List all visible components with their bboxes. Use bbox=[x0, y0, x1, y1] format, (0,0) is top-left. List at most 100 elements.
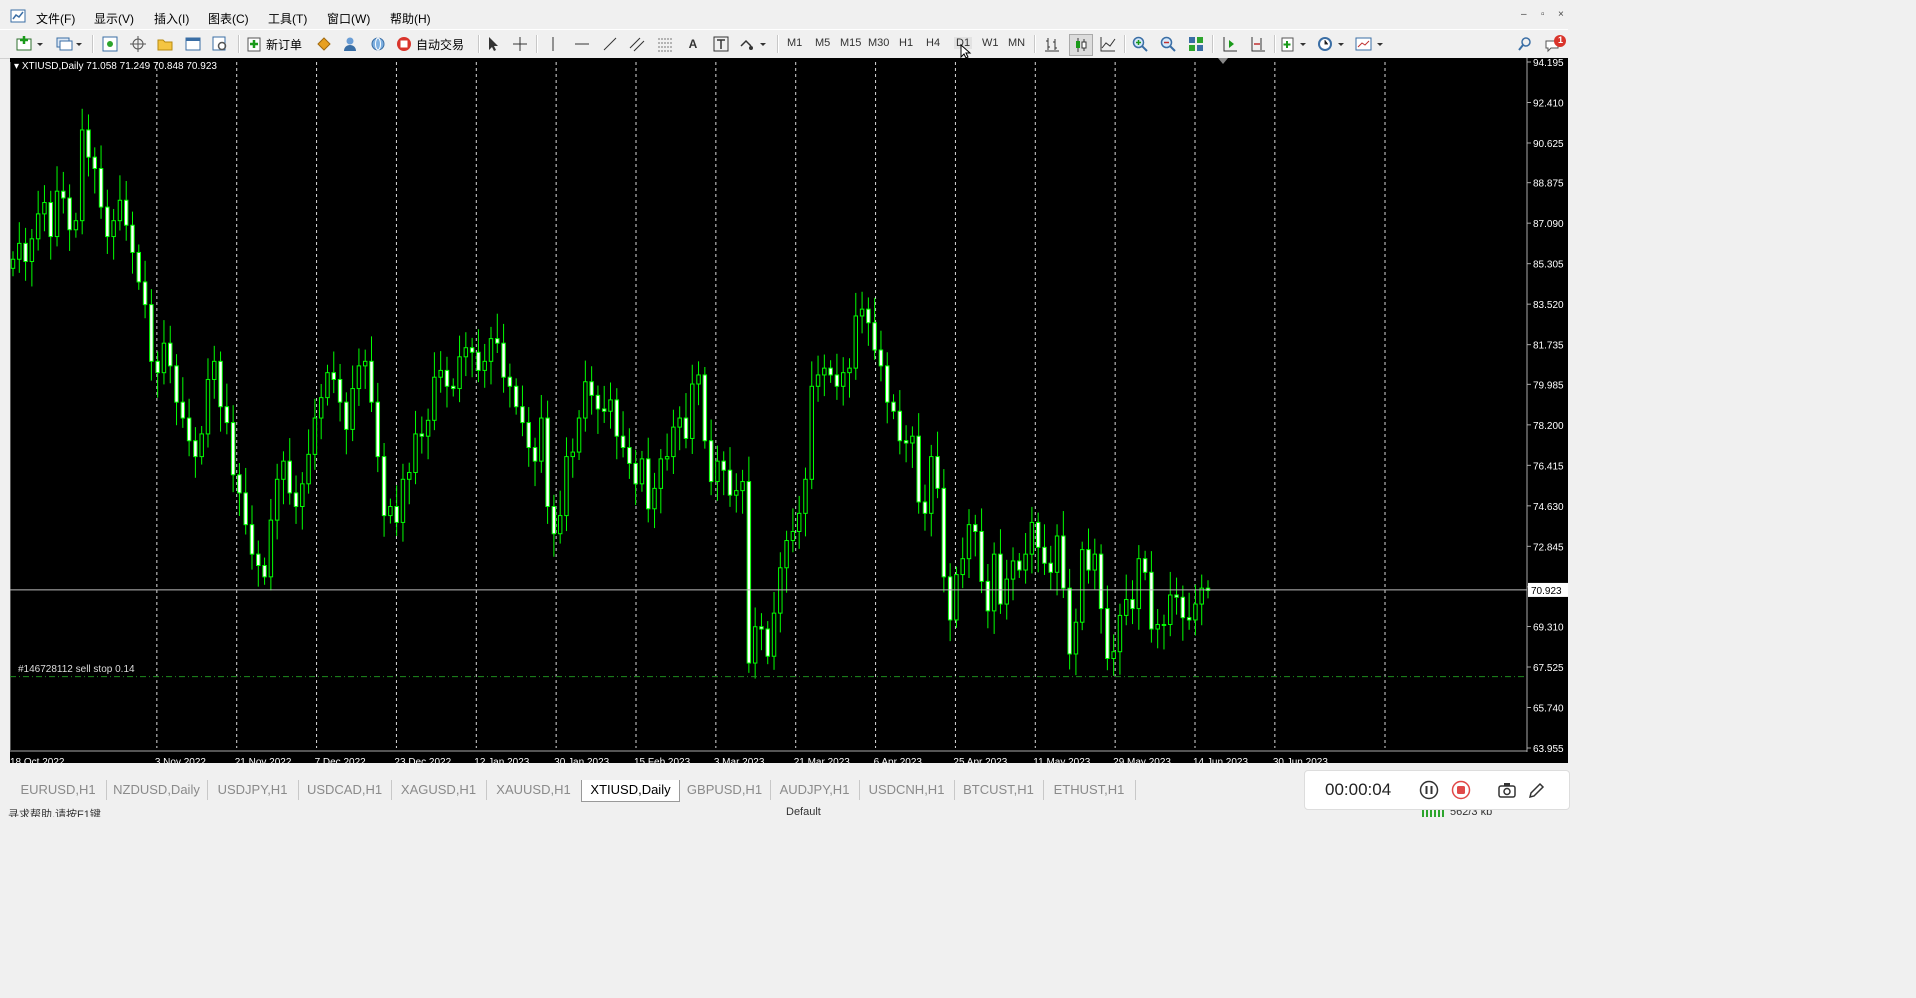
candle bbox=[1035, 512, 1041, 573]
market-button[interactable] bbox=[368, 34, 388, 54]
menu-insert[interactable]: 插入(I) bbox=[154, 10, 189, 27]
profiles-button[interactable] bbox=[54, 34, 86, 54]
tab-nzdusd-daily[interactable]: NZDUSD,Daily bbox=[106, 780, 208, 800]
candle-body bbox=[149, 304, 154, 362]
shapes-dropdown-button[interactable] bbox=[738, 34, 770, 54]
notifications-button[interactable]: 1 bbox=[1544, 34, 1568, 54]
new-chart-button[interactable] bbox=[14, 34, 48, 54]
tab-usdcnh-h1[interactable]: USDCNH,H1 bbox=[859, 780, 955, 800]
horizontal-line-button[interactable] bbox=[572, 34, 592, 54]
folder-button[interactable] bbox=[155, 34, 175, 54]
new-chart-icon bbox=[16, 36, 43, 51]
candle-body bbox=[438, 369, 443, 378]
chart-shift-button[interactable] bbox=[1248, 34, 1268, 54]
vertical-line-button[interactable] bbox=[544, 34, 562, 54]
candle bbox=[1086, 528, 1091, 584]
candle-body bbox=[293, 492, 299, 508]
candle bbox=[803, 467, 808, 537]
menu-chart[interactable]: 图表(C) bbox=[208, 10, 249, 27]
tab-xtiusd-daily[interactable]: XTIUSD,Daily bbox=[581, 780, 680, 802]
pause-recording-button[interactable] bbox=[1419, 780, 1439, 803]
candle-body bbox=[979, 530, 984, 582]
tab-btcust-h1[interactable]: BTCUST,H1 bbox=[954, 780, 1044, 800]
candle-body bbox=[1086, 549, 1091, 571]
bar-chart-button[interactable] bbox=[1042, 34, 1062, 54]
market-watch-button[interactable] bbox=[100, 34, 120, 54]
channel-button[interactable] bbox=[627, 34, 647, 54]
tile-windows-button[interactable] bbox=[1186, 34, 1206, 54]
annotate-button[interactable] bbox=[1527, 780, 1547, 803]
text-label-button[interactable] bbox=[711, 34, 731, 54]
tab-audjpy-h1[interactable]: AUDJPY,H1 bbox=[770, 780, 860, 800]
candle-body bbox=[400, 478, 406, 523]
new-order-button[interactable]: 新订单 bbox=[246, 34, 310, 54]
tab-ethust-h1[interactable]: ETHUST,H1 bbox=[1043, 780, 1136, 800]
tab-gbpusd-h1[interactable]: GBPUSD,H1 bbox=[679, 780, 771, 800]
candle bbox=[690, 364, 695, 454]
line-chart-button[interactable] bbox=[1098, 34, 1118, 54]
line-chart-icon bbox=[1100, 37, 1116, 52]
price-tick-label: 81.735 bbox=[1533, 341, 1564, 352]
indicators-dropdown-button[interactable] bbox=[1280, 34, 1310, 54]
candle bbox=[1124, 574, 1129, 626]
tab-usdcad-h1[interactable]: USDCAD,H1 bbox=[298, 780, 392, 800]
candlestick-chart-button[interactable] bbox=[1069, 34, 1093, 56]
terminal-button[interactable] bbox=[183, 34, 203, 54]
strategy-tester-button[interactable] bbox=[210, 34, 230, 54]
screenshot-button[interactable] bbox=[1497, 780, 1517, 803]
tab-xauusd-h1[interactable]: XAUUSD,H1 bbox=[486, 780, 582, 800]
close-icon[interactable]: × bbox=[1558, 9, 1564, 20]
candle-body bbox=[954, 574, 959, 621]
timeframe-m30[interactable]: M30 bbox=[868, 37, 889, 49]
timeframe-m5[interactable]: M5 bbox=[815, 37, 830, 49]
crosshair-tool-button[interactable] bbox=[511, 34, 529, 54]
timeframe-m1[interactable]: M1 bbox=[787, 37, 802, 49]
signals-button[interactable] bbox=[340, 34, 360, 54]
candle bbox=[564, 437, 569, 532]
candle bbox=[822, 354, 827, 397]
timeframe-h4[interactable]: H4 bbox=[926, 37, 940, 49]
clock-icon bbox=[1318, 37, 1344, 51]
stop-recording-button[interactable] bbox=[1451, 780, 1471, 803]
timeframe-mn[interactable]: MN bbox=[1008, 37, 1025, 49]
candle-body bbox=[627, 447, 632, 464]
user-icon bbox=[344, 37, 356, 51]
tab-eurusd-h1[interactable]: EURUSD,H1 bbox=[10, 780, 107, 800]
menu-help[interactable]: 帮助(H) bbox=[390, 10, 431, 27]
candle bbox=[325, 364, 330, 406]
menu-file[interactable]: 文件(F) bbox=[36, 10, 75, 27]
zoom-in-button[interactable] bbox=[1130, 34, 1150, 54]
cursor-tool-button[interactable] bbox=[484, 34, 502, 54]
metaeditor-button[interactable] bbox=[314, 34, 334, 54]
chart-shift-marker-icon[interactable] bbox=[1218, 58, 1228, 64]
tab-usdjpy-h1[interactable]: USDJPY,H1 bbox=[207, 780, 299, 800]
timeframe-w1[interactable]: W1 bbox=[982, 37, 999, 49]
menu-view[interactable]: 显示(V) bbox=[94, 10, 134, 27]
chart-window[interactable]: 94.195 92.410 90.625 88.875 87.090 85.305 83.5… bbox=[10, 58, 1568, 763]
restore-icon[interactable]: ▫ bbox=[1541, 9, 1545, 20]
minimize-icon[interactable]: – bbox=[1521, 9, 1527, 20]
timeframe-m15[interactable]: M15 bbox=[840, 37, 861, 49]
candle-body bbox=[809, 385, 814, 480]
trendline-button[interactable] bbox=[600, 34, 620, 54]
menu-tools[interactable]: 工具(T) bbox=[268, 10, 307, 27]
tab-xagusd-h1[interactable]: XAGUSD,H1 bbox=[391, 780, 487, 800]
text-tool-button[interactable]: A bbox=[684, 34, 702, 54]
search-button[interactable] bbox=[1516, 34, 1534, 54]
auto-scroll-button[interactable] bbox=[1220, 34, 1240, 54]
candle-body bbox=[186, 417, 192, 442]
auto-trading-button[interactable]: 自动交易 bbox=[396, 34, 472, 54]
navigator-button[interactable] bbox=[128, 34, 148, 54]
candle-body bbox=[1168, 594, 1173, 625]
menu-window[interactable]: 窗口(W) bbox=[327, 10, 370, 27]
zoom-out-button[interactable] bbox=[1158, 34, 1178, 54]
candle bbox=[1199, 574, 1204, 626]
candle bbox=[293, 475, 299, 524]
timeframe-h1[interactable]: H1 bbox=[899, 37, 913, 49]
fibonacci-button[interactable] bbox=[655, 34, 675, 54]
templates-dropdown-button[interactable] bbox=[1354, 34, 1388, 54]
periodicity-dropdown-button[interactable] bbox=[1316, 34, 1348, 54]
candle-body bbox=[1199, 587, 1204, 605]
auto-scroll-icon bbox=[1223, 37, 1237, 52]
candle-body bbox=[872, 322, 877, 351]
